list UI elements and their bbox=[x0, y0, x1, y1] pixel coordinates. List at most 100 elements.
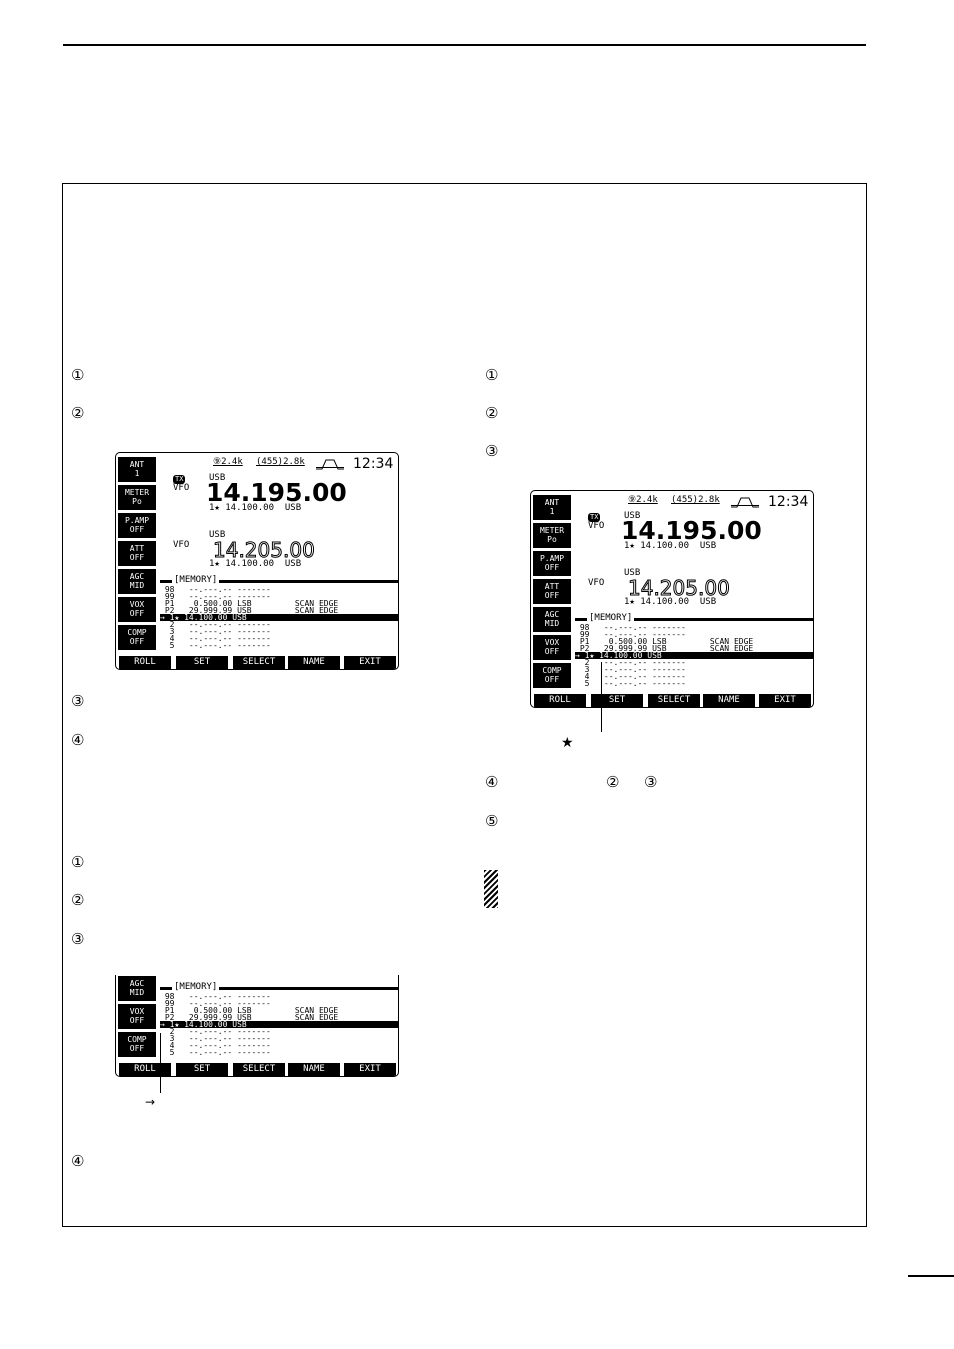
bottom-key-roll[interactable]: ROLL bbox=[119, 1063, 171, 1076]
bottom-key-select[interactable]: SELECT bbox=[233, 1063, 285, 1076]
step-marker: ④ bbox=[71, 1152, 85, 1170]
main-frequency: 14.195.00 bbox=[621, 516, 762, 545]
pointer-line bbox=[601, 662, 602, 732]
memory-row: 5 --.---.-- ------- bbox=[160, 1048, 271, 1057]
step-marker: ② bbox=[71, 404, 85, 422]
memory-title: [MEMORY] bbox=[172, 982, 220, 992]
softkey-value: OFF bbox=[129, 1044, 145, 1053]
header-rule bbox=[63, 44, 866, 46]
softkey-vox[interactable]: VOX OFF bbox=[118, 1004, 156, 1029]
softkey-comp[interactable]: COMP OFF bbox=[118, 625, 156, 650]
bottom-key-set[interactable]: SET bbox=[176, 1063, 228, 1076]
step-ref: ③ bbox=[644, 773, 658, 791]
softkey-pamp[interactable]: P.AMP OFF bbox=[533, 551, 571, 576]
step-marker: ① bbox=[71, 853, 85, 871]
step-marker: ④ bbox=[485, 773, 499, 791]
softkey-ant[interactable]: ANT 1 bbox=[533, 495, 571, 520]
bottom-key-select[interactable]: SELECT bbox=[233, 656, 285, 669]
bottom-key-name[interactable]: NAME bbox=[288, 656, 340, 669]
memory-row: 5 --.---.-- ------- bbox=[160, 641, 271, 650]
step-marker: ③ bbox=[71, 930, 85, 948]
softkey-vox[interactable]: VOX OFF bbox=[533, 635, 571, 660]
softkey-value: MID bbox=[129, 581, 145, 590]
softkey-agc[interactable]: AGC MID bbox=[533, 607, 571, 632]
softkey-vox[interactable]: VOX OFF bbox=[118, 597, 156, 622]
bottom-key-set[interactable]: SET bbox=[591, 694, 643, 707]
memory-title: [MEMORY] bbox=[172, 575, 220, 585]
second-frequency: 14.205.00 bbox=[628, 576, 731, 600]
softkey-label: COMP bbox=[127, 628, 147, 637]
softkey-agc[interactable]: AGC MID bbox=[118, 976, 156, 1001]
note-icon bbox=[484, 870, 498, 908]
manual-page: ① ② ③ ④ ① ② ③ ④ ① ② ③ ④ ② ③ ⑤ ANT 1 METER P… bbox=[0, 0, 954, 1349]
softkey-label: P.AMP bbox=[539, 554, 565, 563]
softkey-value: OFF bbox=[129, 609, 145, 618]
bottom-key-select[interactable]: SELECT bbox=[648, 694, 700, 707]
softkey-label: AGC bbox=[129, 572, 145, 581]
bottom-key-roll[interactable]: ROLL bbox=[534, 694, 586, 707]
second-memory-sub: 1★ 14.100.00 USB bbox=[624, 597, 717, 607]
bottom-key-name[interactable]: NAME bbox=[288, 1063, 340, 1076]
softkey-label: ANT bbox=[544, 498, 560, 507]
step-marker: ⑤ bbox=[485, 812, 499, 830]
main-frequency: 14.195.00 bbox=[206, 478, 347, 507]
softkey-value: OFF bbox=[544, 563, 560, 572]
filter-width-1: ⑨2.4k bbox=[628, 495, 658, 505]
bottom-key-exit[interactable]: EXIT bbox=[344, 656, 396, 669]
softkey-label: METER bbox=[539, 526, 565, 535]
softkey-agc[interactable]: AGC MID bbox=[118, 569, 156, 594]
main-vfo-label: VFO bbox=[173, 483, 190, 493]
softkey-value: 1 bbox=[549, 507, 555, 516]
second-frequency: 14.205.00 bbox=[213, 538, 316, 562]
bottom-key-set[interactable]: SET bbox=[176, 656, 228, 669]
step-ref: ② bbox=[606, 773, 620, 791]
softkey-label: ATT bbox=[544, 582, 560, 591]
softkey-value: OFF bbox=[129, 553, 145, 562]
bottom-key-exit[interactable]: EXIT bbox=[344, 1063, 396, 1076]
second-vfo-label: VFO bbox=[173, 540, 190, 550]
filter-width-1: ⑨2.4k bbox=[213, 457, 243, 467]
softkey-comp[interactable]: COMP OFF bbox=[118, 1032, 156, 1057]
filter-width-2: (455)2.8k bbox=[256, 457, 305, 467]
lcd-screen-3: ANT1METERPoP.AMPOFFATTOFFAGCMIDVOXOFFCOM… bbox=[115, 975, 399, 1077]
memory-row: 5 --.---.-- ------- bbox=[575, 679, 686, 688]
softkey-label: METER bbox=[124, 488, 150, 497]
pointer-line bbox=[160, 1033, 161, 1093]
softkey-value: 1 bbox=[134, 469, 140, 478]
clock: 12:34 bbox=[768, 494, 809, 510]
lcd-screen-1: ANT 1 METER Po P.AMP OFF ATT OFF AGC MID VOX OFF COM… bbox=[115, 452, 399, 670]
softkey-meter[interactable]: METER Po bbox=[533, 523, 571, 548]
softkey-att[interactable]: ATT OFF bbox=[118, 541, 156, 566]
softkey-value: OFF bbox=[544, 675, 560, 684]
softkey-value: Po bbox=[547, 535, 557, 544]
softkey-meter[interactable]: METER Po bbox=[118, 485, 156, 510]
softkey-value: OFF bbox=[544, 591, 560, 600]
page-number-rule bbox=[908, 1275, 954, 1277]
softkey-label: COMP bbox=[542, 666, 562, 675]
step-marker: ③ bbox=[485, 442, 499, 460]
softkey-value: OFF bbox=[129, 1016, 145, 1025]
softkey-comp[interactable]: COMP OFF bbox=[533, 663, 571, 688]
step-marker: ④ bbox=[71, 731, 85, 749]
softkey-value: OFF bbox=[129, 525, 145, 534]
step-marker: ② bbox=[485, 404, 499, 422]
softkey-label: VOX bbox=[129, 600, 145, 609]
softkey-label: ATT bbox=[129, 544, 145, 553]
memory-title: [MEMORY] bbox=[587, 613, 635, 623]
step-marker: ③ bbox=[71, 692, 85, 710]
bottom-key-exit[interactable]: EXIT bbox=[759, 694, 811, 707]
second-vfo-label: VFO bbox=[588, 578, 605, 588]
softkey-value: MID bbox=[129, 988, 145, 997]
bottom-key-roll[interactable]: ROLL bbox=[119, 656, 171, 669]
second-memory-sub: 1★ 14.100.00 USB bbox=[209, 559, 302, 569]
softkey-value: Po bbox=[132, 497, 142, 506]
bottom-key-name[interactable]: NAME bbox=[703, 694, 755, 707]
softkey-pamp[interactable]: P.AMP OFF bbox=[118, 513, 156, 538]
clock: 12:34 bbox=[353, 456, 394, 472]
step-marker: ② bbox=[71, 891, 85, 909]
softkey-att[interactable]: ATT OFF bbox=[533, 579, 571, 604]
main-memory-sub: 1★ 14.100.00 USB bbox=[624, 541, 717, 551]
softkey-ant[interactable]: ANT 1 bbox=[118, 457, 156, 482]
main-memory-sub: 1★ 14.100.00 USB bbox=[209, 503, 302, 513]
lcd-screen-3-partial: ANT1METERPoP.AMPOFFATTOFFAGCMIDVOXOFFCOM… bbox=[114, 975, 400, 1079]
